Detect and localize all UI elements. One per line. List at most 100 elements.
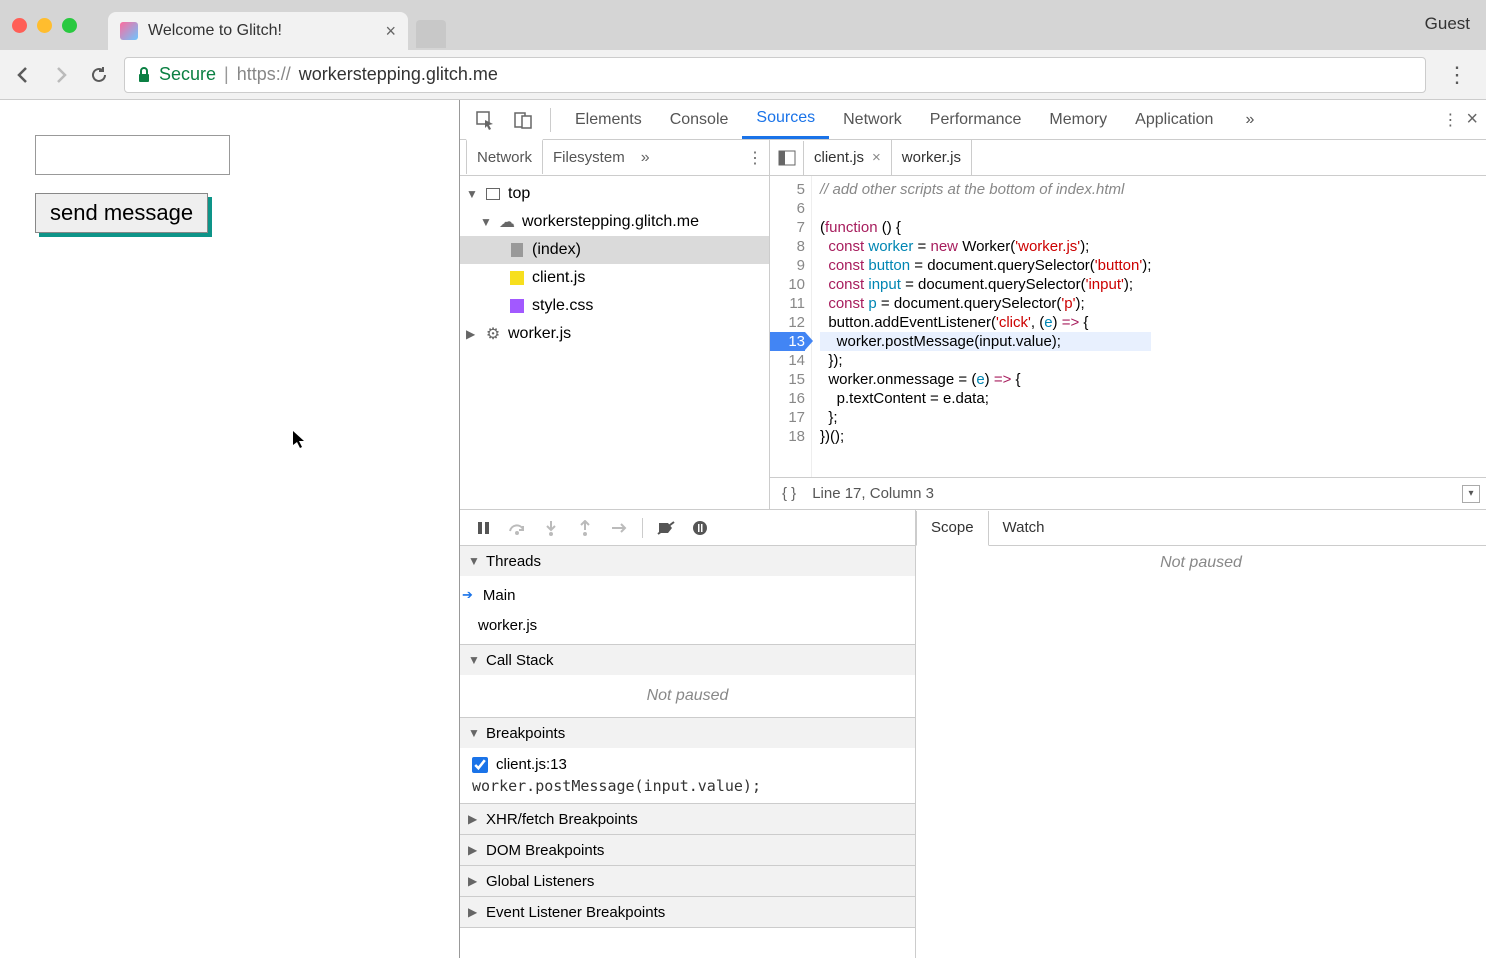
device-toggle-icon[interactable] (506, 103, 540, 137)
tree-file-index[interactable]: (index) (460, 236, 769, 264)
pause-on-exceptions-button[interactable] (685, 513, 715, 543)
debug-section: ▶ Event Listener Breakpoints (460, 897, 915, 928)
breakpoint-label: client.js:13 (496, 756, 567, 773)
file-tree: ▼ top ▼ workerstepping.glitch.me (index) (460, 176, 769, 509)
tree-label: style.css (532, 297, 593, 315)
tree-label: workerstepping.glitch.me (522, 213, 699, 231)
close-window-icon[interactable] (12, 18, 27, 33)
new-tab-button[interactable] (416, 20, 446, 48)
navigator-subtab-network[interactable]: Network (466, 139, 543, 174)
call-stack-header[interactable]: ▼ Call Stack (460, 645, 915, 675)
minimize-window-icon[interactable] (37, 18, 52, 33)
devtools-menu-icon[interactable]: ⋮ (1442, 110, 1458, 130)
debug-controls (460, 510, 915, 546)
devtools-tab-performance[interactable]: Performance (916, 100, 1036, 139)
send-message-button[interactable]: send message (35, 193, 208, 233)
profile-label[interactable]: Guest (1425, 14, 1470, 34)
step-out-button[interactable] (570, 513, 600, 543)
breakpoints-header[interactable]: ▼ Breakpoints (460, 718, 915, 748)
url-separator: | (224, 64, 229, 85)
section-label: Global Listeners (486, 873, 594, 890)
scope-tabbar: Scope Watch (916, 510, 1486, 546)
devtools-tab-console[interactable]: Console (656, 100, 743, 139)
editor-tab-worker-js[interactable]: worker.js (892, 140, 972, 175)
tree-label: client.js (532, 269, 585, 287)
tree-frame-top[interactable]: ▼ top (460, 180, 769, 208)
navigator-menu-icon[interactable]: ⋮ (747, 148, 763, 168)
pretty-print-icon[interactable]: { } (782, 485, 796, 502)
section-label: Event Listener Breakpoints (486, 904, 665, 921)
page-viewport: send message (0, 100, 460, 958)
url-protocol: https:// (237, 64, 291, 85)
section-label: XHR/fetch Breakpoints (486, 811, 638, 828)
devtools-tab-network[interactable]: Network (829, 100, 916, 139)
favicon-icon (120, 22, 138, 40)
chevron-down-icon: ▼ (468, 653, 480, 667)
devtools-tabbar: ElementsConsoleSourcesNetworkPerformance… (460, 100, 1486, 140)
deactivate-breakpoints-button[interactable] (651, 513, 681, 543)
tree-file-stylecss[interactable]: style.css (460, 292, 769, 320)
devtools-tab-application[interactable]: Application (1121, 100, 1227, 139)
maximize-window-icon[interactable] (62, 18, 77, 33)
devtools-close-icon[interactable]: × (1466, 108, 1478, 131)
tab-strip: Welcome to Glitch! × Guest (0, 0, 1486, 50)
close-tab-icon[interactable]: × (385, 21, 396, 42)
message-input[interactable] (35, 135, 230, 175)
tree-worker[interactable]: ▶ worker.js (460, 320, 769, 348)
back-button[interactable] (10, 62, 36, 88)
line-gutter[interactable]: 56789101112131415161718 (770, 176, 812, 477)
tree-domain[interactable]: ▼ workerstepping.glitch.me (460, 208, 769, 236)
gear-icon (484, 325, 502, 343)
editor-tab-client-js[interactable]: client.js× (804, 140, 892, 175)
breakpoint-checkbox[interactable] (472, 757, 488, 773)
call-stack-not-paused: Not paused (460, 679, 915, 713)
reload-button[interactable] (86, 62, 112, 88)
tree-label: top (508, 185, 530, 203)
navigator-more-icon[interactable]: » (635, 149, 656, 167)
js-file-icon (508, 269, 526, 287)
inspect-element-icon[interactable] (468, 103, 502, 137)
devtools-tab-elements[interactable]: Elements (561, 100, 656, 139)
step-button[interactable] (604, 513, 634, 543)
code-content[interactable]: // add other scripts at the bottom of in… (812, 176, 1151, 477)
editor-status-bar: { } Line 17, Column 3 ▾ (770, 477, 1486, 509)
forward-button[interactable] (48, 62, 74, 88)
scope-tab[interactable]: Scope (916, 511, 989, 546)
debug-section-header[interactable]: ▶DOM Breakpoints (460, 835, 915, 865)
step-into-button[interactable] (536, 513, 566, 543)
show-navigator-icon[interactable] (770, 141, 804, 175)
breakpoint-entry[interactable]: client.js:13 worker.postMessage(input.va… (460, 752, 915, 799)
step-over-button[interactable] (502, 513, 532, 543)
window-controls (12, 18, 77, 33)
browser-tab[interactable]: Welcome to Glitch! × (108, 12, 408, 50)
devtools-more-tabs[interactable]: » (1231, 100, 1268, 139)
watch-tab[interactable]: Watch (989, 510, 1059, 545)
threads-header[interactable]: ▼ Threads (460, 546, 915, 576)
code-area[interactable]: 56789101112131415161718 // add other scr… (770, 176, 1486, 477)
devtools-tab-memory[interactable]: Memory (1035, 100, 1121, 139)
close-tab-icon[interactable]: × (872, 149, 881, 166)
editor-tabbar: client.js×worker.js (770, 140, 1486, 176)
browser-menu-icon[interactable]: ⋮ (1438, 62, 1476, 88)
chevron-down-icon: ▼ (466, 187, 478, 201)
cursor-position: Line 17, Column 3 (812, 485, 934, 502)
devtools-tab-sources[interactable]: Sources (742, 100, 829, 139)
debug-section-header[interactable]: ▶ Event Listener Breakpoints (460, 897, 915, 927)
tree-file-clientjs[interactable]: client.js (460, 264, 769, 292)
cloud-icon (498, 213, 516, 231)
thread-worker[interactable]: worker.js (460, 610, 915, 640)
chevron-down-icon: ▼ (480, 215, 492, 229)
tree-label: worker.js (508, 325, 571, 343)
chevron-right-icon: ▶ (468, 905, 480, 919)
chevron-right-icon: ▶ (468, 812, 480, 826)
navigator-subtab-filesystem[interactable]: Filesystem (543, 140, 635, 175)
thread-main[interactable]: Main (460, 580, 915, 610)
chevron-down-icon: ▼ (468, 554, 480, 568)
debug-section-header[interactable]: ▶ XHR/fetch Breakpoints (460, 804, 915, 834)
pause-button[interactable] (468, 513, 498, 543)
toggle-sidebar-icon[interactable]: ▾ (1462, 485, 1480, 503)
address-bar[interactable]: Secure | https://workerstepping.glitch.m… (124, 57, 1426, 93)
lock-icon (137, 67, 151, 83)
debug-section-header[interactable]: ▶Global Listeners (460, 866, 915, 896)
chevron-right-icon: ▶ (466, 327, 478, 341)
